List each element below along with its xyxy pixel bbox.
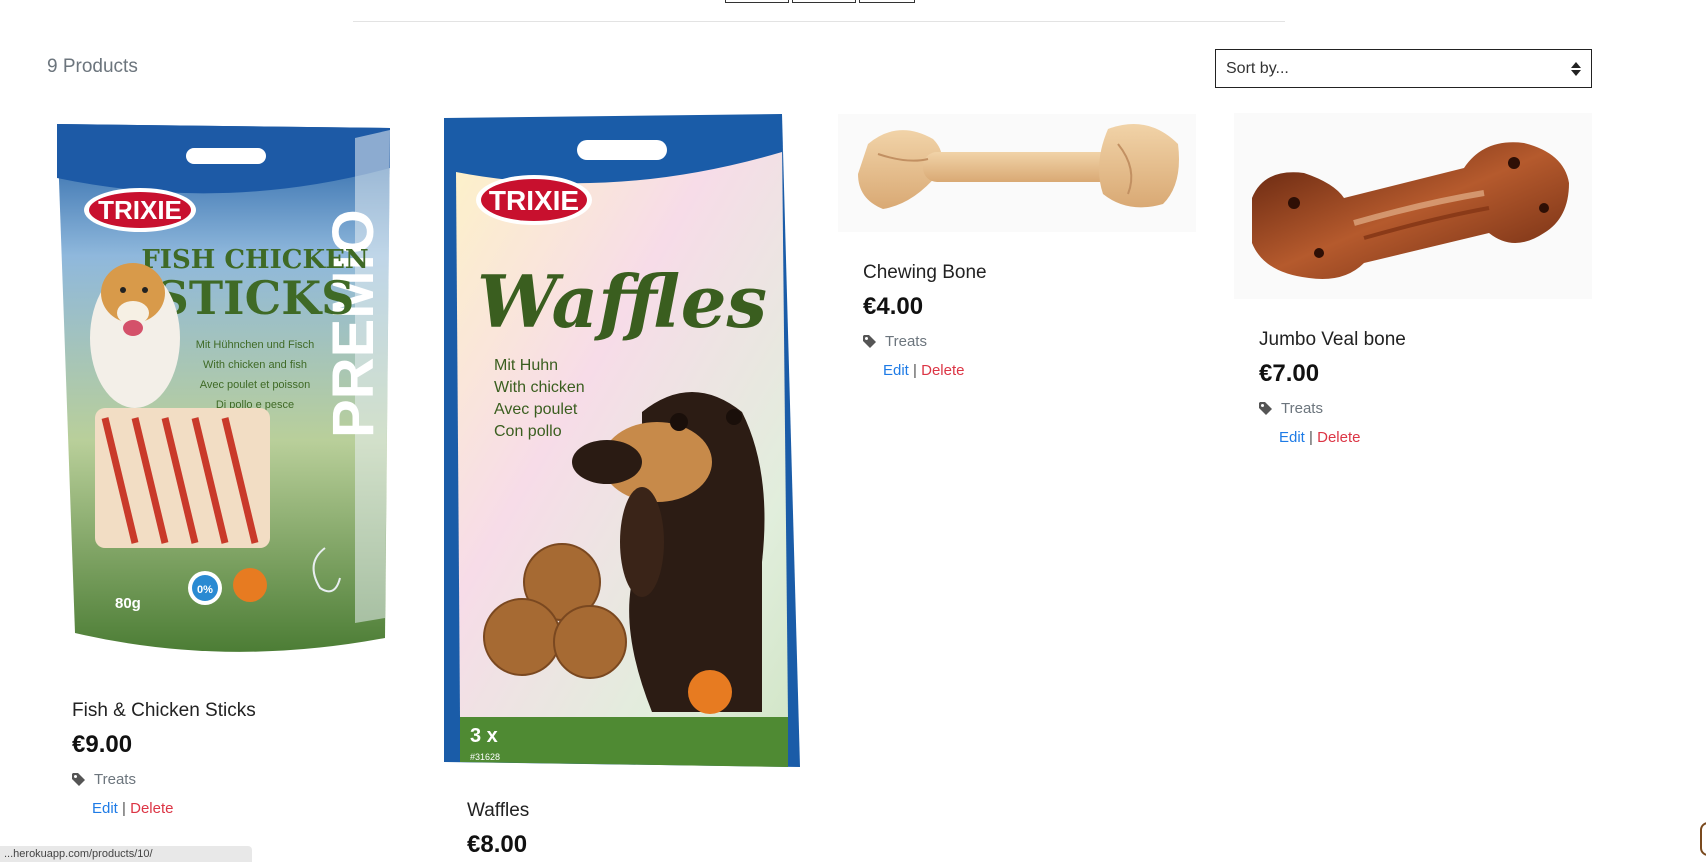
product-actions: Edit | Delete (1279, 429, 1360, 446)
sort-select[interactable]: Sort by... (1215, 49, 1592, 88)
product-actions: Edit | Delete (92, 800, 173, 817)
product-image-chewing-bone[interactable] (838, 114, 1196, 232)
product-count: 9 Products (47, 56, 138, 77)
top-tab-1[interactable] (725, 0, 789, 3)
separator: | (122, 800, 126, 817)
svg-text:With chicken: With chicken (494, 379, 585, 396)
product-name[interactable]: Jumbo Veal bone (1259, 329, 1406, 351)
separator: | (1309, 429, 1313, 446)
svg-text:80g: 80g (115, 595, 141, 612)
select-arrows-icon (1571, 61, 1581, 76)
edit-link[interactable]: Edit (883, 362, 909, 379)
tag-icon (72, 772, 85, 786)
product-price: €8.00 (467, 831, 528, 858)
delete-link[interactable]: Delete (921, 362, 964, 379)
product-image-jumbo-veal-bone[interactable] (1234, 113, 1592, 299)
svg-text:Mit Huhn: Mit Huhn (494, 357, 558, 374)
sort-select-label: Sort by... (1226, 59, 1289, 77)
product-image-waffles[interactable]: TRIXIE Waffles Mit Huhn With chicken Ave… (442, 112, 802, 772)
svg-text:0%: 0% (197, 584, 213, 596)
product-category[interactable]: Treats (72, 771, 136, 788)
tag-icon (863, 334, 876, 348)
top-tab-2[interactable] (792, 0, 856, 3)
product-name[interactable]: Fish & Chicken Sticks (72, 700, 256, 722)
product-price: €4.00 (863, 293, 924, 320)
product-category[interactable]: Treats (863, 333, 927, 350)
top-tab-3[interactable] (859, 0, 915, 3)
svg-text:#31628: #31628 (470, 752, 500, 762)
browser-status-bar: ...herokuapp.com/products/10/ (0, 846, 252, 862)
pack-brand: TRIXIE (489, 185, 579, 216)
svg-text:Waffles: Waffles (477, 259, 767, 344)
product-price: €9.00 (72, 731, 133, 758)
product-category[interactable]: Treats (1259, 400, 1323, 417)
category-label: Treats (885, 333, 927, 350)
product-price: €7.00 (1259, 360, 1320, 387)
product-actions: Edit | Delete (883, 362, 964, 379)
tag-icon (1259, 401, 1272, 415)
product-name[interactable]: Chewing Bone (863, 262, 987, 284)
edit-link[interactable]: Edit (92, 800, 118, 817)
product-name[interactable]: Waffles (467, 800, 529, 822)
category-label: Treats (1281, 400, 1323, 417)
product-image-fish-chicken-sticks[interactable]: PREMIO TRIXIE FISH CHICKEN STICKS Mit Hü… (55, 118, 395, 671)
pack-brand: TRIXIE (98, 195, 182, 225)
svg-text:Avec poulet: Avec poulet (494, 401, 578, 418)
scroll-to-top-button[interactable] (1700, 822, 1706, 856)
svg-text:With chicken and fish: With chicken and fish (203, 359, 307, 371)
svg-text:3 x: 3 x (470, 725, 498, 747)
edit-link[interactable]: Edit (1279, 429, 1305, 446)
divider (353, 21, 1285, 22)
delete-link[interactable]: Delete (130, 800, 173, 817)
svg-text:Avec poulet et poisson: Avec poulet et poisson (200, 379, 310, 391)
svg-text:Con pollo: Con pollo (494, 423, 562, 440)
separator: | (913, 362, 917, 379)
category-label: Treats (94, 771, 136, 788)
delete-link[interactable]: Delete (1317, 429, 1360, 446)
svg-text:STICKS: STICKS (156, 271, 355, 325)
svg-text:Mit Hühnchen und Fisch: Mit Hühnchen und Fisch (196, 339, 315, 351)
